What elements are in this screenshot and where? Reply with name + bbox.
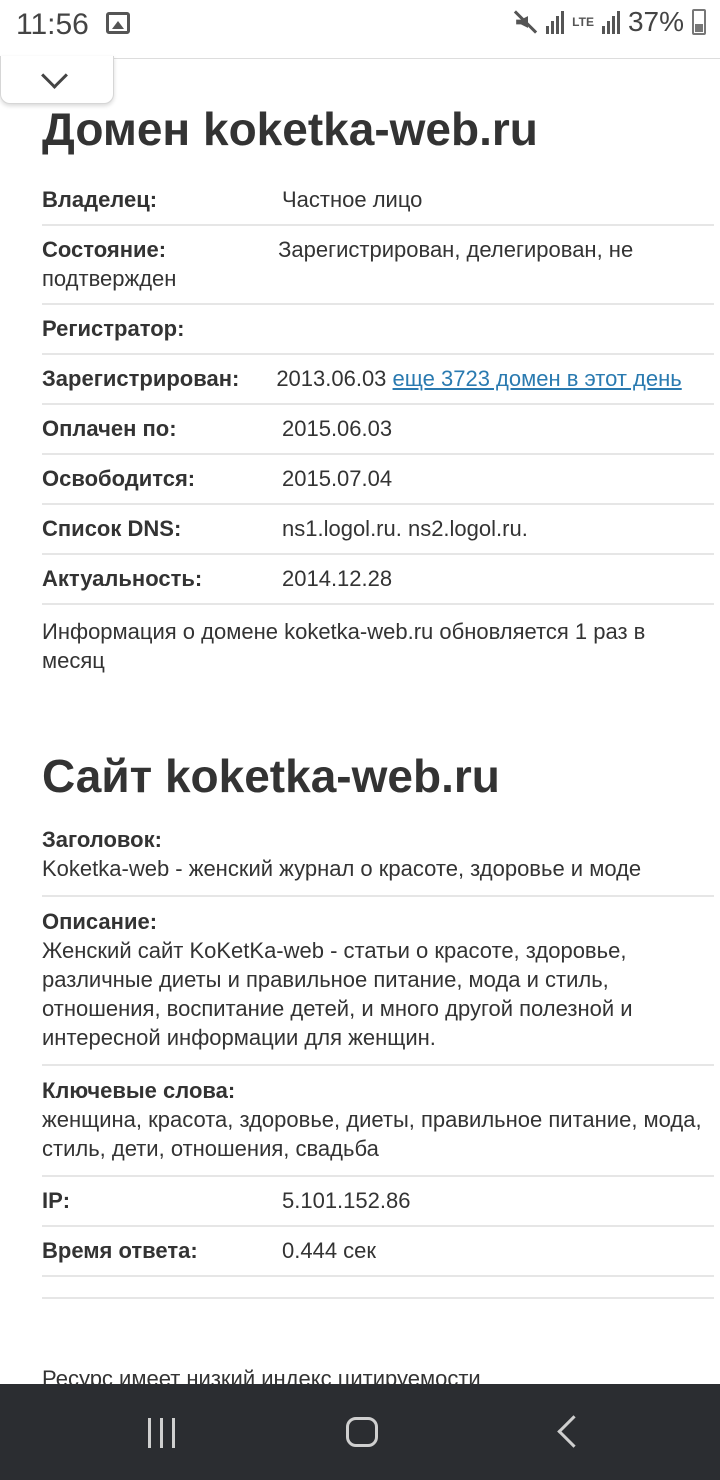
response-time-row: Время ответа: 0.444 сек — [42, 1227, 714, 1277]
status-time: 11:56 — [16, 8, 89, 41]
row-label: Оплачен по: — [42, 416, 177, 441]
row-label: Владелец: — [42, 187, 158, 212]
row-value: Частное лицо — [282, 187, 423, 212]
navigation-bar — [0, 1384, 720, 1480]
registered-row: Зарегистрирован: 2013.06.03 еще 3723 доме… — [42, 355, 714, 405]
row-value: 2015.07.04 — [282, 466, 393, 491]
site-title: Сайт koketka-web.ru — [42, 750, 500, 802]
divider — [114, 58, 720, 59]
update-info: Информация о домене koketka-web.ru обнов… — [42, 619, 646, 673]
registered-date: 2013.06.03 — [276, 366, 387, 391]
row-value: 5.101.152.86 — [282, 1188, 411, 1213]
image-icon — [106, 12, 130, 34]
row-label: Список DNS: — [42, 516, 182, 541]
domain-title: Домен koketka-web.ru — [42, 103, 538, 155]
row-value: 0.444 сек — [282, 1238, 377, 1263]
signal-icon — [546, 10, 565, 34]
block-label: Описание: — [42, 909, 158, 934]
state-row: Состояние: Зарегистрирован, делегирован, … — [42, 226, 714, 305]
owner-row: Владелец: Частное лицо — [42, 176, 714, 226]
row-label: Освободится: — [42, 466, 196, 491]
registrar-row: Регистратор: — [42, 305, 714, 355]
status-indicators: LTE 37% — [512, 6, 706, 38]
site-description-block: Описание: Женский сайт KoKetKa-web - ста… — [42, 897, 714, 1066]
signal-icon — [601, 10, 620, 34]
collapse-button[interactable] — [0, 56, 114, 104]
row-value: 2015.06.03 — [282, 416, 393, 441]
row-value: 2014.12.28 — [282, 566, 393, 591]
row-value: ns1.logol.ru. ns2.logol.ru. — [282, 516, 528, 541]
row-label: Состояние: — [42, 237, 167, 262]
battery-percent: 37% — [627, 6, 684, 37]
actuality-row: Актуальность: 2014.12.28 — [42, 555, 714, 605]
site-heading-block: Заголовок: Koketka-web - женский журнал … — [42, 815, 714, 897]
home-icon[interactable] — [346, 1417, 378, 1447]
block-label: Ключевые слова: — [42, 1078, 236, 1103]
divider — [42, 1277, 714, 1299]
paid-until-row: Оплачен по: 2015.06.03 — [42, 405, 714, 455]
lte-label: LTE — [572, 15, 594, 29]
block-value: Женский сайт KoKetKa-web - статьи о крас… — [42, 938, 633, 1050]
status-bar: 11:56 LTE 37% — [0, 0, 720, 48]
row-label: Регистратор: — [42, 316, 185, 341]
recent-apps-icon[interactable] — [148, 1418, 175, 1448]
back-icon[interactable] — [557, 1415, 590, 1448]
same-day-domains-link[interactable]: еще 3723 домен в этот день — [393, 366, 682, 391]
row-value — [282, 314, 714, 343]
main-content: Домен koketka-web.ru Владелец: Частное л… — [42, 100, 714, 1299]
dns-row: Список DNS: ns1.logol.ru. ns2.logol.ru. — [42, 505, 714, 555]
row-label: Зарегистрирован: — [42, 366, 240, 391]
mute-icon — [512, 9, 538, 35]
battery-icon — [692, 9, 706, 35]
site-keywords-block: Ключевые слова: женщина, красота, здоров… — [42, 1066, 714, 1177]
block-value: женщина, красота, здоровье, диеты, прави… — [42, 1107, 702, 1161]
row-label: IP: — [42, 1188, 71, 1213]
row-label: Время ответа: — [42, 1238, 198, 1263]
block-value: Koketka-web - женский журнал о красоте, … — [42, 856, 642, 881]
row-label: Актуальность: — [42, 566, 203, 591]
ip-row: IP: 5.101.152.86 — [42, 1177, 714, 1227]
block-label: Заголовок: — [42, 827, 162, 852]
release-row: Освободится: 2015.07.04 — [42, 455, 714, 505]
chevron-down-icon — [41, 62, 68, 89]
